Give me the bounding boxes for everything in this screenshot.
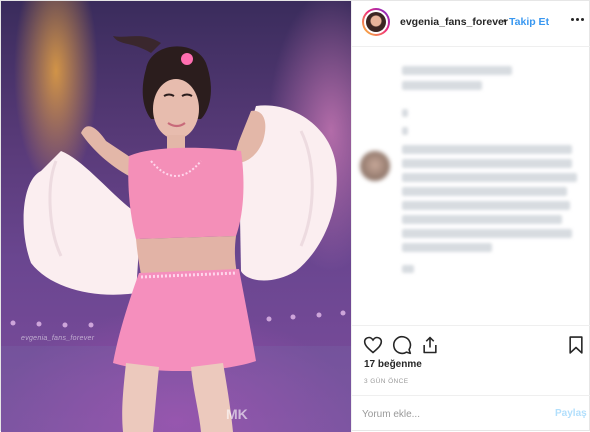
blurred-line	[402, 173, 577, 182]
blurred-line	[402, 66, 512, 75]
photo-corner-text: MK	[226, 406, 248, 422]
blurred-line	[402, 81, 482, 90]
heart-icon[interactable]	[363, 335, 383, 355]
post-timestamp: 3 GÜN ÖNCE	[364, 378, 409, 385]
blurred-comments	[352, 47, 590, 325]
comment-bar: Paylaş	[352, 395, 590, 432]
more-horizontal-icon[interactable]	[571, 18, 585, 22]
post-photo[interactable]: evgenia_fans_forever MK	[1, 1, 351, 432]
share-icon[interactable]	[420, 335, 440, 355]
blurred-line	[402, 243, 492, 252]
avatar-image	[366, 12, 386, 32]
skater-illustration	[1, 36, 351, 432]
likes-count[interactable]: 17 beğenme	[364, 359, 422, 370]
blurred-line	[402, 187, 567, 196]
blurred-line	[402, 265, 414, 273]
instagram-post: evgenia_fans_forever MK evgenia_fans_for…	[0, 0, 590, 432]
blurred-line	[402, 145, 572, 154]
post-side-panel: evgenia_fans_forever • Takip Et 17 beğen…	[351, 1, 590, 432]
blurred-line	[402, 109, 408, 117]
blurred-line	[402, 127, 408, 135]
comment-icon[interactable]	[392, 335, 412, 355]
blurred-line	[402, 215, 562, 224]
avatar[interactable]	[362, 8, 390, 36]
commenter-avatar	[360, 151, 390, 181]
username-link[interactable]: evgenia_fans_forever	[400, 16, 508, 28]
blurred-line	[402, 201, 570, 210]
photo-watermark: evgenia_fans_forever	[21, 335, 95, 342]
post-header: evgenia_fans_forever • Takip Et	[352, 1, 590, 47]
comment-input[interactable]	[362, 405, 542, 423]
blurred-line	[402, 229, 572, 238]
avatar-ring-inner	[364, 10, 388, 34]
post-actions: 17 beğenme 3 GÜN ÖNCE	[352, 325, 590, 395]
post-comment-button[interactable]: Paylaş	[555, 408, 587, 419]
header-separator: •	[503, 15, 507, 27]
bookmark-icon[interactable]	[566, 335, 586, 355]
blurred-line	[402, 159, 572, 168]
follow-button[interactable]: Takip Et	[509, 16, 549, 28]
